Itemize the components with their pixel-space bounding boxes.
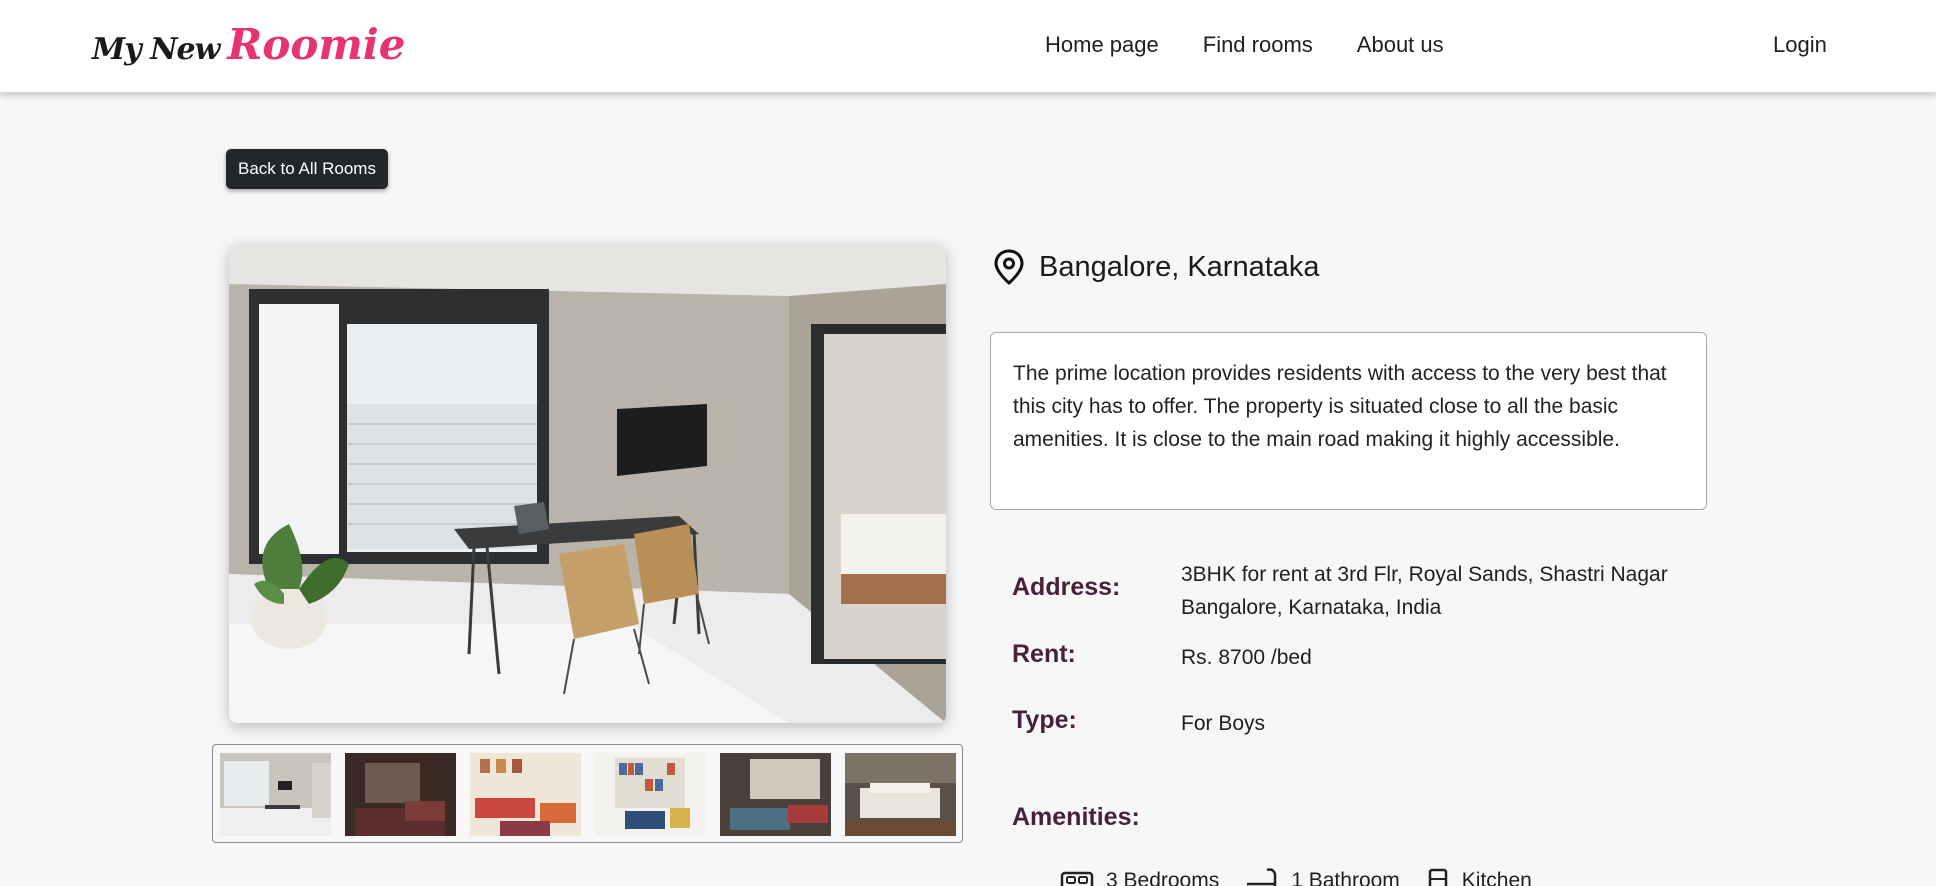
address-value: 3BHK for rent at 3rd Flr, Royal Sands, S… <box>1181 558 1721 624</box>
main-room-photo <box>229 244 946 723</box>
amenities-list: 3 Bedrooms 1 Bathroom Kitchen <box>1060 866 1532 886</box>
living-room-photo <box>229 244 946 723</box>
logo-text-accent: Roomie <box>227 20 406 69</box>
description-text: The prime location provides residents wi… <box>1013 362 1667 451</box>
kitchen-icon <box>1428 868 1448 886</box>
type-label: Type: <box>1012 706 1077 734</box>
map-pin-icon <box>994 249 1024 285</box>
address-line-2: Bangalore, Karnataka, India <box>1181 596 1442 619</box>
room-thumb-5 <box>720 753 831 836</box>
amenity-bathroom: 1 Bathroom <box>1245 866 1400 886</box>
thumbnail-3[interactable] <box>470 753 581 836</box>
room-thumb-3 <box>470 753 581 836</box>
nav-home-link[interactable]: Home page <box>1045 32 1159 58</box>
nav-find-rooms-link[interactable]: Find rooms <box>1203 32 1313 58</box>
address-line-1: 3BHK for rent at 3rd Flr, Royal Sands, S… <box>1181 563 1668 586</box>
address-label: Address: <box>1012 573 1121 601</box>
rent-value: Rs. 8700 /bed <box>1181 646 1312 669</box>
thumbnail-4[interactable] <box>595 753 706 836</box>
back-to-all-rooms-button[interactable]: Back to All Rooms <box>226 149 388 189</box>
listing-location: Bangalore, Karnataka <box>993 247 1320 287</box>
thumbnail-6[interactable] <box>845 753 956 836</box>
thumbnail-5[interactable] <box>720 753 831 836</box>
room-thumb-1 <box>220 753 331 836</box>
bed-icon <box>1060 871 1094 886</box>
login-link[interactable]: Login <box>1773 32 1827 58</box>
amenity-bedrooms-label: 3 Bedrooms <box>1106 869 1220 886</box>
logo-text-primary: My New <box>92 32 220 67</box>
amenity-kitchen: Kitchen <box>1426 866 1532 886</box>
nav-links: Home page Find rooms About us <box>1045 32 1444 58</box>
thumbnail-strip <box>212 744 963 843</box>
amenities-label: Amenities: <box>1012 803 1140 831</box>
logo[interactable]: My New Roomie <box>92 20 405 70</box>
room-thumb-4 <box>595 753 706 836</box>
thumbnail-1[interactable] <box>220 753 331 836</box>
amenity-bedrooms: 3 Bedrooms <box>1060 866 1219 886</box>
description-box: The prime location provides residents wi… <box>990 332 1707 510</box>
thumbnail-2[interactable] <box>345 753 456 836</box>
room-thumb-6 <box>845 753 956 836</box>
location-text: Bangalore, Karnataka <box>1039 250 1320 283</box>
type-value: For Boys <box>1181 712 1266 735</box>
rent-label: Rent: <box>1012 640 1076 668</box>
amenity-kitchen-label: Kitchen <box>1461 869 1532 886</box>
bathroom-icon <box>1247 868 1277 886</box>
navbar: My New Roomie Home page Find rooms About… <box>0 0 1936 92</box>
room-thumb-2 <box>345 753 456 836</box>
nav-about-link[interactable]: About us <box>1357 32 1444 58</box>
amenity-bathroom-label: 1 Bathroom <box>1291 869 1400 886</box>
